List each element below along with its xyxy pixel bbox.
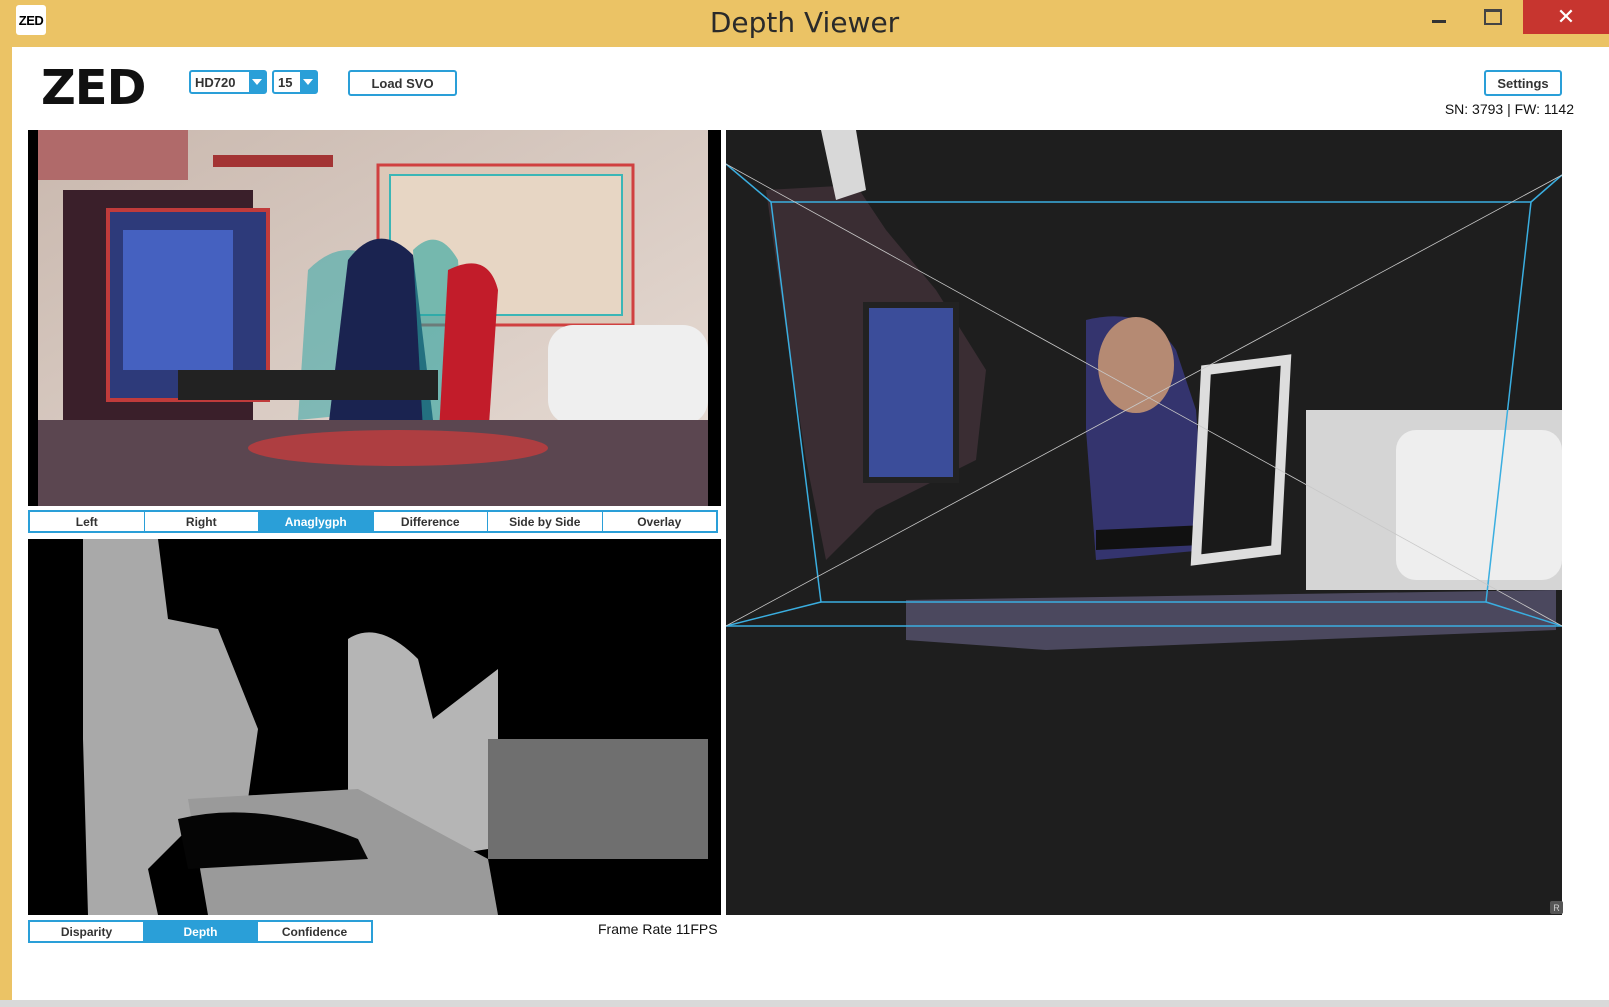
fps-select[interactable]: 15 (272, 70, 318, 94)
resize-corner-icon[interactable]: R (1550, 901, 1563, 914)
tab-confidence[interactable]: Confidence (258, 922, 371, 941)
chevron-down-icon[interactable] (300, 72, 316, 92)
maximize-icon (1484, 9, 1502, 25)
settings-button[interactable]: Settings (1484, 70, 1562, 96)
tab-right[interactable]: Right (145, 512, 259, 531)
load-svo-button[interactable]: Load SVO (348, 70, 457, 96)
anaglyph-image (28, 130, 721, 506)
window-title: Depth Viewer (709, 6, 900, 39)
tab-difference[interactable]: Difference (374, 512, 488, 531)
point-cloud-view[interactable] (726, 130, 1562, 915)
client-area: ZED HD720 15 Load SVO Settings SN: 3793 … (12, 47, 1609, 1000)
title-bar: ZED Depth Viewer ✕ (0, 0, 1609, 47)
minimize-icon (1432, 19, 1446, 23)
tab-depth[interactable]: Depth (144, 922, 258, 941)
fps-value: 15 (278, 75, 293, 90)
taskbar-strip (0, 1000, 1609, 1007)
depth-mode-tabs: Disparity Depth Confidence (28, 920, 373, 943)
view-mode-tabs: Left Right Anaglygph Difference Side by … (28, 510, 718, 533)
anaglyph-view (28, 130, 721, 506)
tab-disparity[interactable]: Disparity (30, 922, 144, 941)
tab-side-by-side[interactable]: Side by Side (488, 512, 603, 531)
resolution-select[interactable]: HD720 (189, 70, 267, 94)
frame-rate-label: Frame Rate 11FPS (598, 921, 718, 937)
minimize-button[interactable] (1415, 0, 1463, 34)
tab-left[interactable]: Left (30, 512, 145, 531)
maximize-button[interactable] (1467, 0, 1519, 34)
point-cloud-image (726, 130, 1562, 915)
resolution-value: HD720 (195, 75, 236, 90)
depth-map-image (28, 539, 721, 915)
close-button[interactable]: ✕ (1523, 0, 1609, 34)
serial-firmware-info: SN: 3793 | FW: 1142 (1444, 101, 1574, 117)
chevron-down-icon[interactable] (249, 72, 265, 92)
zed-logo: ZED (41, 60, 146, 116)
tab-overlay[interactable]: Overlay (603, 512, 717, 531)
close-icon: ✕ (1556, 4, 1576, 29)
tab-anaglyph[interactable]: Anaglygph (259, 512, 374, 531)
depth-view (28, 539, 721, 915)
